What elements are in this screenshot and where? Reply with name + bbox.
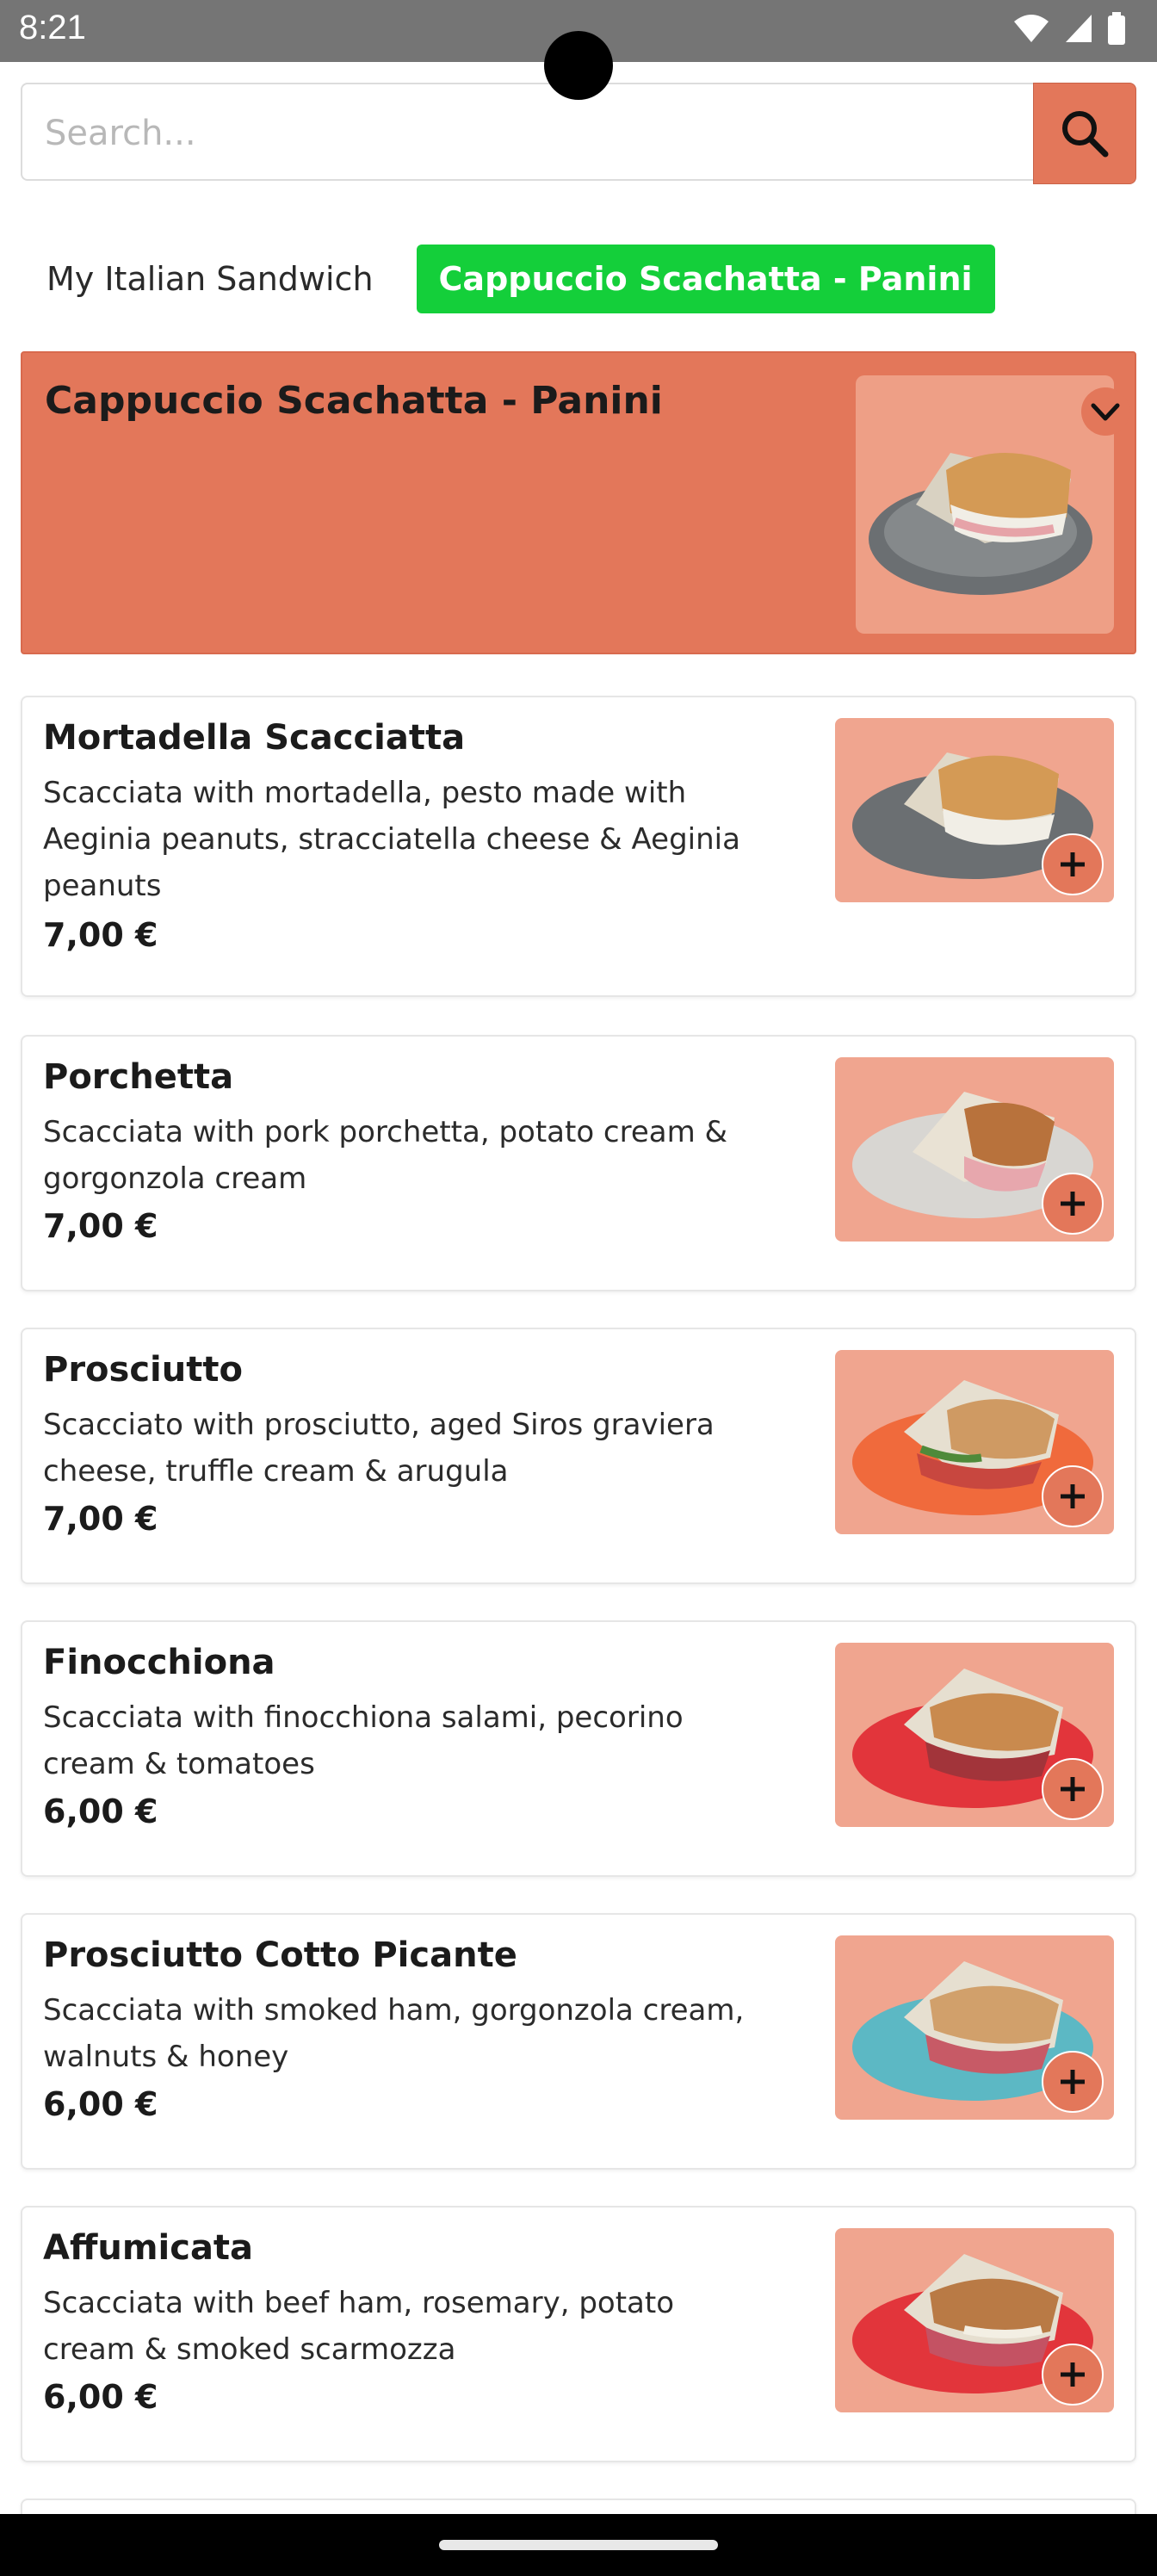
item-price: 6,00 € bbox=[43, 2085, 158, 2123]
search-icon bbox=[1062, 111, 1109, 158]
camera-cutout bbox=[544, 31, 613, 100]
add-button[interactable] bbox=[1042, 1758, 1104, 1820]
plus-icon bbox=[1061, 1192, 1085, 1216]
item-description: Scacciata with beef ham, rosemary, potat… bbox=[43, 2286, 675, 2367]
item-price: 6,00 € bbox=[43, 2378, 158, 2416]
plus-icon bbox=[1061, 1484, 1085, 1508]
category-image bbox=[856, 375, 1114, 634]
plus-icon bbox=[1061, 2070, 1085, 2094]
item-description: Scacciato with prosciutto, aged Siros gr… bbox=[43, 1408, 715, 1489]
chevron-down-button[interactable] bbox=[1081, 387, 1129, 436]
item-name: Mortadella Scacciatta bbox=[43, 718, 466, 758]
wifi-icon bbox=[1014, 15, 1049, 42]
add-button[interactable] bbox=[1042, 1173, 1104, 1235]
add-button[interactable] bbox=[1042, 2051, 1104, 2113]
item-name: Finocchiona bbox=[43, 1643, 275, 1682]
tab-cappuccio-scachatta-panini[interactable]: Cappuccio Scachatta - Panini bbox=[416, 245, 995, 313]
menu-item-finocchiona[interactable]: Finocchiona Scacciata with finocchiona s… bbox=[21, 1620, 1136, 1877]
status-time: 8:21 bbox=[19, 9, 86, 46]
tab-my-italian-sandwich[interactable]: My Italian Sandwich bbox=[24, 243, 396, 315]
menu-item-mortadella[interactable]: Mortadella Scacciatta Scacciata with mor… bbox=[21, 696, 1136, 997]
status-icons bbox=[1012, 12, 1126, 45]
menu-item-porchetta[interactable]: Porchetta Scacciata with pork porchetta,… bbox=[21, 1035, 1136, 1291]
item-name: Prosciutto bbox=[43, 1350, 243, 1390]
item-name: Prosciutto Cotto Picante bbox=[43, 1935, 517, 1975]
add-button[interactable] bbox=[1042, 2344, 1104, 2406]
item-description: Scacciata with pork porchetta, potato cr… bbox=[43, 1115, 728, 1196]
plus-icon bbox=[1061, 2362, 1085, 2387]
item-description: Scacciata with finocchiona salami, pecor… bbox=[43, 1700, 684, 1781]
search-input[interactable]: Search... bbox=[21, 83, 1033, 181]
menu-item-next[interactable] bbox=[21, 2499, 1136, 2514]
item-price: 7,00 € bbox=[43, 916, 158, 954]
item-name: Affumicata bbox=[43, 2228, 254, 2268]
item-description: Scacciata with mortadella, pesto made wi… bbox=[43, 776, 740, 903]
search-button[interactable] bbox=[1033, 83, 1136, 184]
menu-item-affumicata[interactable]: Affumicata Scacciata with beef ham, rose… bbox=[21, 2206, 1136, 2462]
home-handle[interactable] bbox=[439, 2540, 718, 2550]
add-button[interactable] bbox=[1042, 1465, 1104, 1527]
chevron-down-icon bbox=[1091, 403, 1120, 421]
item-price: 7,00 € bbox=[43, 1500, 158, 1538]
item-price: 6,00 € bbox=[43, 1793, 158, 1830]
category-title: Cappuccio Scachatta - Panini bbox=[45, 379, 663, 423]
category-header[interactable]: Cappuccio Scachatta - Panini bbox=[21, 351, 1136, 654]
plus-icon bbox=[1061, 852, 1085, 876]
item-price: 7,00 € bbox=[43, 1207, 158, 1245]
menu-item-prosciutto-cotto-picante[interactable]: Prosciutto Cotto Picante Scacciata with … bbox=[21, 1913, 1136, 2170]
cell-signal-icon bbox=[1066, 15, 1092, 42]
plus-icon bbox=[1061, 1777, 1085, 1801]
menu-item-prosciutto[interactable]: Prosciutto Scacciato with prosciutto, ag… bbox=[21, 1328, 1136, 1584]
item-description: Scacciata with smoked ham, gorgonzola cr… bbox=[43, 1993, 745, 2074]
app-screen: Search... My Italian Sandwich Cappuccio … bbox=[0, 62, 1157, 2514]
category-tabs: My Italian Sandwich Cappuccio Scachatta … bbox=[24, 243, 995, 315]
item-name: Porchetta bbox=[43, 1057, 234, 1097]
navigation-bar bbox=[0, 2514, 1157, 2576]
battery-icon bbox=[1108, 12, 1125, 45]
add-button[interactable] bbox=[1042, 833, 1104, 895]
